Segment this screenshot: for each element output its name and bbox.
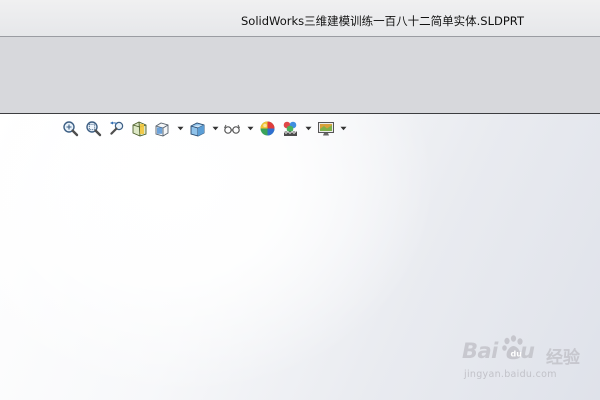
hide-show-items-dropdown[interactable] — [246, 119, 255, 137]
view-orientation-button[interactable] — [153, 119, 172, 137]
previous-view-button[interactable] — [107, 119, 126, 137]
chevron-down-icon — [247, 126, 254, 131]
chevron-down-icon — [340, 126, 347, 131]
view-orientation-icon — [154, 120, 171, 137]
watermark-brand-left: Bai — [462, 339, 498, 363]
edit-appearance-icon — [259, 120, 276, 137]
zoom-to-fit-icon — [62, 120, 79, 137]
view-settings-button[interactable] — [316, 119, 335, 137]
hide-show-items-icon — [223, 120, 242, 137]
solidworks-window: SolidWorks三维建模训练一百八十二简单实体.SLDPRT Bai du … — [0, 0, 600, 400]
watermark-brand-right: u — [520, 339, 535, 363]
view-orientation-dropdown[interactable] — [176, 119, 185, 137]
view-settings-dropdown[interactable] — [339, 119, 348, 137]
baidu-jingyan-watermark: Bai du u 经验 jingyan.baidu.com — [462, 331, 592, 387]
apply-scene-icon — [282, 120, 299, 137]
apply-scene-dropdown[interactable] — [304, 119, 313, 137]
watermark-brand-cn: 经验 — [546, 348, 580, 368]
hide-show-items-button[interactable] — [223, 119, 242, 137]
display-style-icon — [189, 120, 206, 137]
view-settings-icon — [317, 120, 335, 137]
edit-appearance-button[interactable] — [258, 119, 277, 137]
zoom-to-fit-button[interactable] — [61, 119, 80, 137]
section-view-icon — [131, 120, 148, 137]
display-style-dropdown[interactable] — [211, 119, 220, 137]
chevron-down-icon — [305, 126, 312, 131]
watermark-url: jingyan.baidu.com — [464, 369, 557, 380]
title-bar[interactable]: SolidWorks三维建模训练一百八十二简单实体.SLDPRT — [0, 0, 600, 36]
apply-scene-button[interactable] — [281, 119, 300, 137]
display-style-button[interactable] — [188, 119, 207, 137]
window-title: SolidWorks三维建模训练一百八十二简单实体.SLDPRT — [241, 14, 524, 28]
heads-up-view-toolbar — [61, 118, 351, 138]
section-view-button[interactable] — [130, 119, 149, 137]
previous-view-icon — [108, 120, 125, 137]
chevron-down-icon — [212, 126, 219, 131]
zoom-to-area-icon — [85, 120, 102, 137]
chevron-down-icon — [177, 126, 184, 131]
command-manager-ribbon[interactable] — [0, 36, 600, 114]
zoom-to-area-button[interactable] — [84, 119, 103, 137]
